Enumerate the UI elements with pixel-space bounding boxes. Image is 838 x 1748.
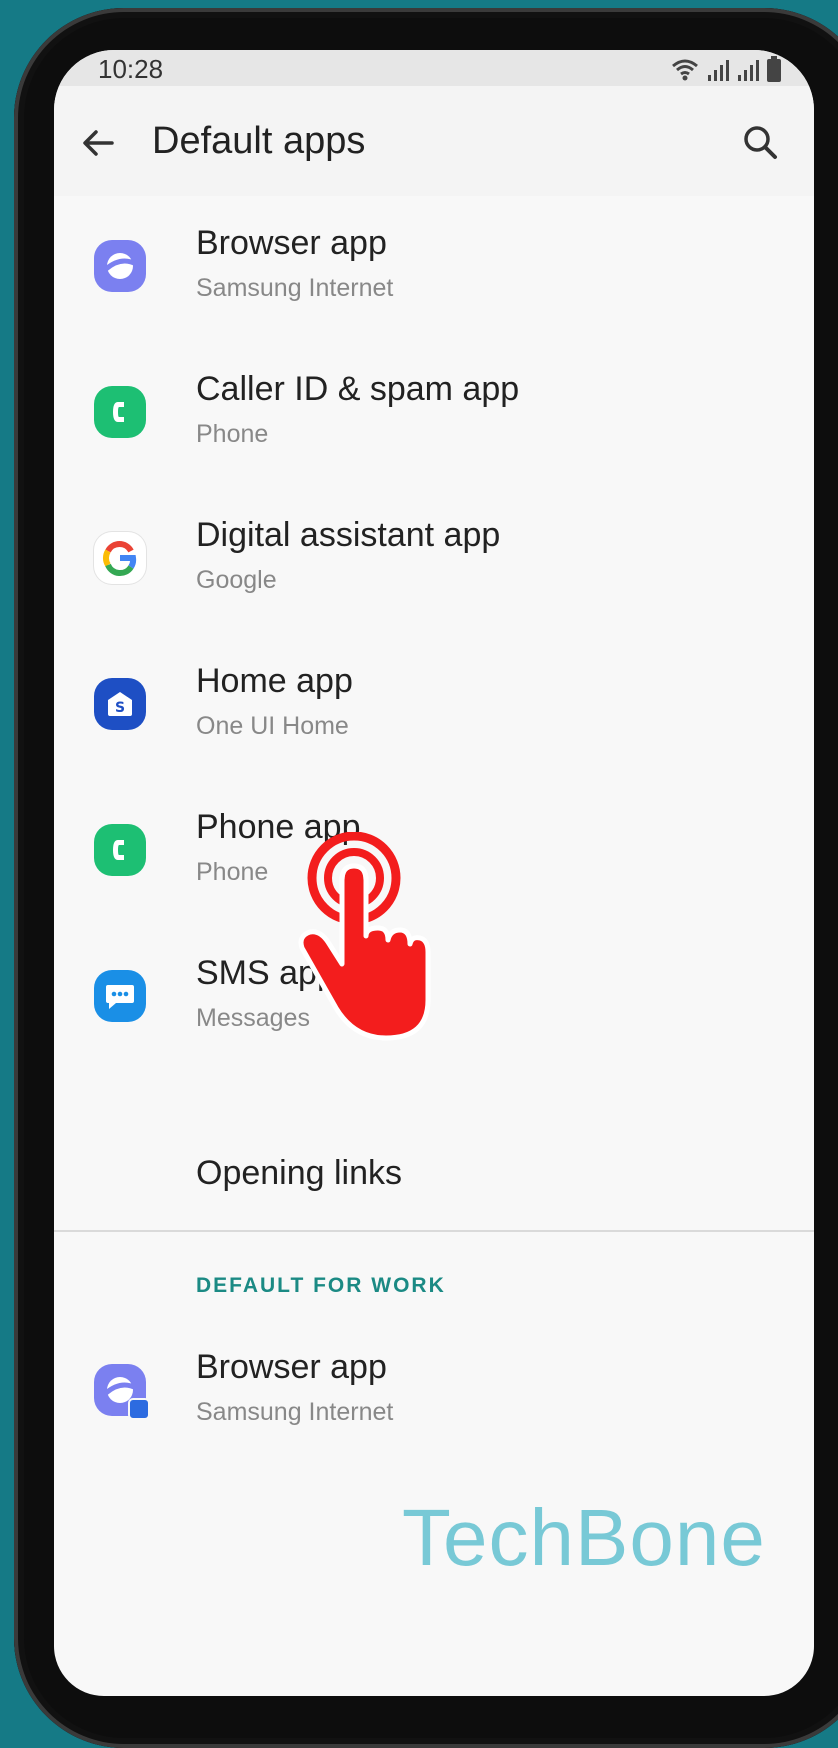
item-subtitle: Google [196,566,277,594]
item-title: Browser app [196,224,387,262]
item-subtitle: Samsung Internet [196,1398,394,1426]
list-item-home-app[interactable]: S Home app One UI Home [54,634,814,780]
item-title: Browser app [196,1348,387,1386]
samsung-internet-work-icon [94,1364,150,1420]
search-icon[interactable] [740,122,780,162]
arrow-left-icon[interactable] [78,123,118,163]
item-subtitle: Phone [196,858,269,886]
samsung-internet-icon [94,240,146,292]
battery-icon [767,56,781,82]
item-subtitle: Phone [196,420,269,448]
item-subtitle: Samsung Internet [196,274,394,302]
signal-icon [738,60,759,81]
item-subtitle: One UI Home [196,712,349,740]
list-item-caller-id-spam-app[interactable]: Caller ID & spam app Phone [54,342,814,488]
item-title: Caller ID & spam app [196,370,520,408]
item-subtitle: Messages [196,1004,310,1032]
google-icon [94,532,146,584]
list-item-browser-app[interactable]: Browser app Samsung Internet [54,196,814,342]
opening-links-item[interactable]: Opening links [196,1154,402,1193]
section-divider [54,1230,814,1232]
messages-icon [94,970,146,1022]
one-ui-home-icon: S [94,678,146,730]
status-time: 10:28 [98,54,164,84]
tap-hand-icon [298,832,431,1041]
phone-app-icon [94,386,146,438]
signal-icon [708,60,729,81]
work-badge-icon [128,1398,150,1420]
status-icons [670,54,782,82]
watermark: TechBone [402,1493,766,1582]
phone-app-icon [94,824,146,876]
page-title: Default apps [152,120,366,162]
item-title: Home app [196,662,353,700]
app-bar: Default apps [54,86,814,196]
wifi-icon [672,59,698,81]
section-header-work: DEFAULT FOR WORK [196,1274,446,1297]
status-bar: 10:28 [54,50,814,86]
list-item-work-browser-app[interactable]: Browser app Samsung Internet [54,1320,814,1466]
svg-text:S: S [115,700,125,716]
list-item-digital-assistant-app[interactable]: Digital assistant app Google [54,488,814,634]
item-title: Digital assistant app [196,516,501,554]
